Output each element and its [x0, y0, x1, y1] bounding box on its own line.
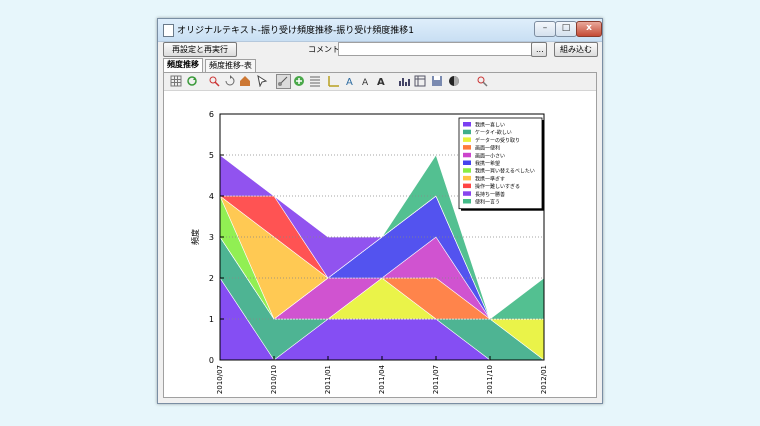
- table-icon[interactable]: [414, 75, 426, 87]
- x-tick-label: 2011/10: [486, 365, 494, 394]
- legend-swatch: [463, 183, 471, 189]
- legend-entry: 我携一買い替えるべしたい: [475, 168, 535, 175]
- grid-icon[interactable]: [170, 75, 182, 87]
- legend-swatch: [463, 137, 471, 142]
- y-tick-label: 5: [209, 151, 214, 160]
- x-tick-label: 2011/01: [324, 365, 332, 394]
- pointer-icon[interactable]: [256, 75, 268, 87]
- x-tick-label: 2011/07: [432, 365, 440, 394]
- ellipsis-button[interactable]: ...: [531, 42, 547, 57]
- maximize-button[interactable]: □: [555, 21, 577, 37]
- legend-swatch: [463, 160, 471, 165]
- load-button[interactable]: 組み込む: [554, 42, 598, 57]
- color-icon[interactable]: [448, 75, 460, 87]
- x-tick-label: 2010/10: [270, 365, 278, 394]
- bar-chart-icon[interactable]: [398, 75, 410, 87]
- reconfigure-rerun-button[interactable]: 再設定と再実行: [163, 42, 237, 57]
- document-icon: [163, 24, 174, 37]
- select-icon[interactable]: [276, 74, 291, 89]
- rotate-icon[interactable]: [224, 75, 236, 87]
- y-axis-label: 頻度: [190, 229, 200, 245]
- y-tick-label: 3: [209, 233, 214, 242]
- bold-text-icon[interactable]: A: [376, 75, 388, 87]
- y-tick-label: 2: [209, 274, 214, 283]
- title-bar[interactable]: オリジナルテキスト-振り受け頻度推移-振り受け頻度推移1 – □ x: [158, 19, 602, 42]
- svg-text:A: A: [362, 78, 369, 87]
- legend-entry: 操作一難しいすぎる: [475, 183, 520, 190]
- font-icon[interactable]: A: [345, 75, 357, 87]
- tab-frequency-trend-table[interactable]: 頻度推移-表: [205, 59, 256, 72]
- legend-entry: 便利一言う: [475, 199, 500, 206]
- svg-text:A: A: [377, 77, 385, 87]
- legend-entry: ケータイ-欲しい: [475, 129, 512, 136]
- y-tick-label: 0: [209, 356, 214, 365]
- legend-swatch: [463, 122, 471, 127]
- legend-entry: 画面一便利: [475, 145, 500, 152]
- window-title: オリジナルテキスト-振り受け頻度推移-振り受け頻度推移1: [177, 26, 414, 36]
- plus-icon[interactable]: [293, 75, 305, 87]
- list-icon[interactable]: [309, 75, 321, 87]
- legend-entry: 我携一希望: [475, 160, 500, 167]
- y-tick-label: 1: [209, 315, 214, 324]
- app-window: オリジナルテキスト-振り受け頻度推移-振り受け頻度推移1 – □ x 再設定と再…: [157, 18, 603, 404]
- chart-panel: A A A 0 1 2 3 4 5 6 頻度 2010/07 2010/10 2011/01 2011…: [163, 72, 597, 398]
- legend-swatch: [463, 168, 471, 173]
- comment-input[interactable]: [338, 42, 533, 56]
- x-tick-label: 2011/04: [378, 364, 386, 394]
- legend-swatch: [463, 175, 471, 181]
- legend-entry: 画面一小さい: [475, 152, 505, 159]
- legend-entry: 我携一準ぎす: [475, 175, 505, 182]
- legend-entry: 我携一喜しい: [475, 122, 505, 129]
- close-button[interactable]: x: [576, 21, 602, 37]
- save-icon[interactable]: [431, 75, 443, 87]
- x-tick-label: 2010/07: [216, 365, 224, 394]
- legend-entry: データーの受り取り: [475, 137, 520, 144]
- axis-icon[interactable]: [328, 75, 340, 87]
- y-tick-label: 4: [209, 192, 214, 201]
- legend-swatch: [463, 199, 471, 204]
- home-icon[interactable]: [239, 75, 251, 87]
- tab-frequency-trend[interactable]: 頻度推移: [163, 58, 203, 72]
- settings-icon[interactable]: [476, 75, 488, 87]
- svg-text:A: A: [346, 77, 353, 87]
- legend-swatch: [463, 191, 471, 196]
- refresh-icon[interactable]: [186, 75, 198, 87]
- minimize-button[interactable]: –: [534, 21, 556, 37]
- text-icon[interactable]: A: [361, 75, 373, 87]
- legend-swatch: [463, 129, 471, 135]
- chart-toolbar: A A A: [164, 73, 596, 91]
- legend-swatch: [463, 145, 471, 150]
- frequency-area-chart: 0 1 2 3 4 5 6 頻度 2010/07 2010/10 2011/01 2011/04 201…: [190, 110, 548, 394]
- zoom-icon[interactable]: [208, 75, 220, 87]
- legend-entry: 長持ち一勝善: [475, 191, 505, 198]
- y-tick-label: 6: [209, 110, 214, 119]
- legend-swatch: [463, 152, 471, 158]
- x-tick-label: 2012/01: [540, 365, 548, 394]
